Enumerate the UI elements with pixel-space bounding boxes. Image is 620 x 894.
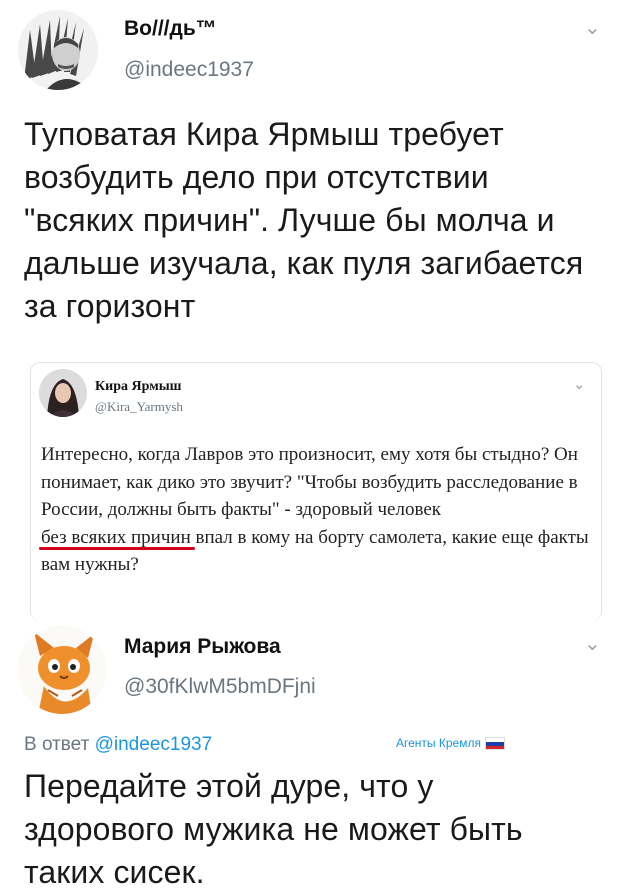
avatar-maria[interactable] [18, 626, 106, 714]
in-reply-handle-link[interactable]: @indeec1937 [95, 734, 213, 755]
tag-text: Агенты Кремля [396, 736, 481, 750]
chevron-down-icon[interactable]: ⌄ [584, 634, 601, 654]
reply-author-name[interactable]: Мария Рыжова [124, 634, 281, 660]
quoted-author-name: Кира Ярмыш [95, 379, 182, 394]
russian-flag-icon [484, 737, 505, 751]
quoted-text-underlined: без всяких причин [41, 526, 191, 548]
quoted-text-before: Интересно, когда Лавров это произносит, … [41, 444, 578, 520]
tweet1-text: Туповатая Кира Ярмыш требует возбудить д… [24, 116, 584, 324]
reply-author-handle[interactable]: @30fKlwM5bmDFjni [124, 674, 316, 700]
avatar-kira-image [39, 369, 87, 417]
avatar-kira [39, 369, 87, 417]
avatar-cat-image [18, 626, 106, 714]
quoted-text: Интересно, когда Лавров это произносит, … [41, 441, 593, 579]
tweet1-author-name[interactable]: Во///дь™ [124, 16, 217, 42]
chevron-down-icon[interactable]: ⌄ [584, 18, 601, 38]
reply-text: Передайте этой дуре, что у здорового муж… [24, 768, 523, 890]
in-reply-to: В ответ @indeec1937 [24, 733, 212, 757]
chevron-down-icon: ⌄ [573, 376, 586, 393]
in-reply-prefix: В ответ [24, 734, 95, 755]
avatar-vozhd[interactable] [18, 10, 98, 90]
tweet1-author-handle[interactable]: @indeec1937 [124, 57, 254, 83]
kremlin-agents-tag: Агенты Кремля [396, 734, 505, 752]
quoted-author-handle: @Kira_Yarmysh [95, 399, 183, 414]
quoted-tweet-card[interactable]: Кира Ярмыш @Kira_Yarmysh ⌄ Интересно, ко… [30, 362, 602, 621]
avatar-vozhd-image [18, 10, 98, 90]
